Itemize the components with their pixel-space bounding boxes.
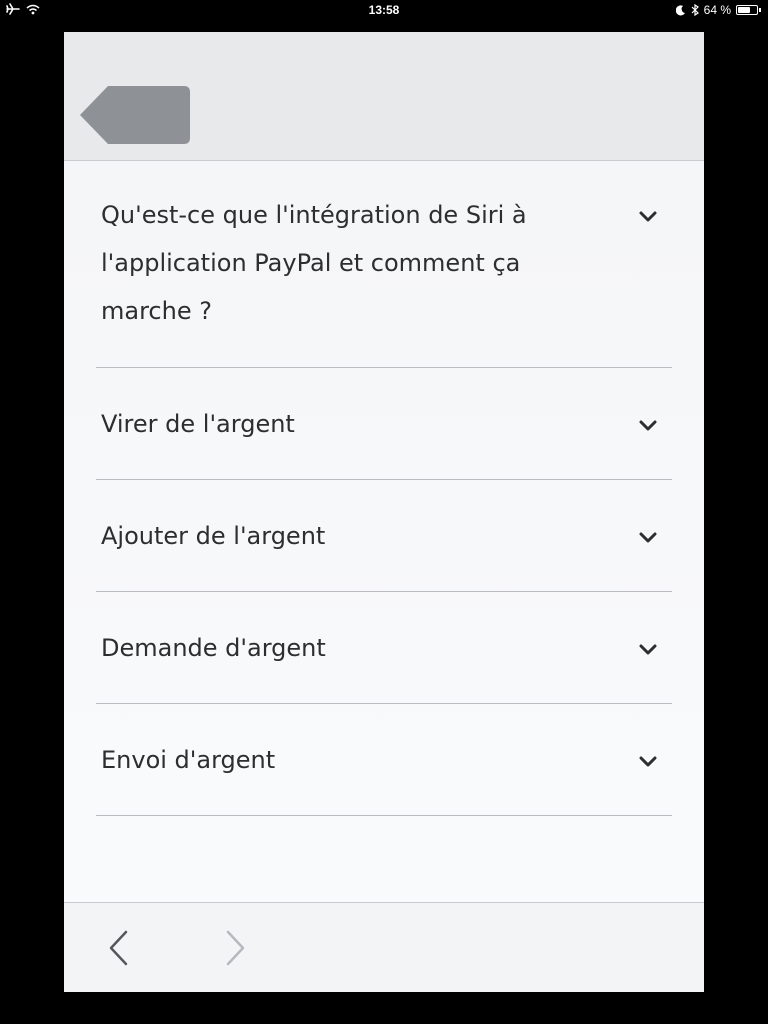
faq-item-label: Ajouter de l'argent xyxy=(101,522,326,550)
faq-item-label: Qu'est-ce que l'intégration de Siri à l'… xyxy=(101,201,527,325)
status-time: 13:58 xyxy=(368,3,400,17)
help-sheet: Qu'est-ce que l'intégration de Siri à l'… xyxy=(64,32,704,992)
faq-item-virer[interactable]: Virer de l'argent xyxy=(96,368,672,480)
chevron-right-icon[interactable] xyxy=(224,928,248,968)
chevron-left-icon[interactable] xyxy=(106,928,130,968)
battery-icon xyxy=(736,5,761,15)
battery-tip xyxy=(759,8,761,12)
chevron-down-icon[interactable] xyxy=(638,755,658,769)
chevron-down-icon[interactable] xyxy=(638,210,658,224)
moon-icon xyxy=(675,4,685,15)
faq-item-label: Demande d'argent xyxy=(101,634,326,662)
back-tag-icon[interactable] xyxy=(80,86,190,144)
status-right: 64 % xyxy=(675,3,761,17)
faq-item-label: Virer de l'argent xyxy=(101,410,295,438)
faq-item-ajouter[interactable]: Ajouter de l'argent xyxy=(96,480,672,592)
bluetooth-icon xyxy=(691,4,699,16)
faq-item-envoi[interactable]: Envoi d'argent xyxy=(96,704,672,816)
battery-fill xyxy=(738,7,750,13)
battery-percent: 64 % xyxy=(703,3,731,17)
faq-list: Qu'est-ce que l'intégration de Siri à l'… xyxy=(96,161,672,816)
sheet-footer xyxy=(64,902,704,992)
faq-item-siri[interactable]: Qu'est-ce que l'intégration de Siri à l'… xyxy=(96,161,672,368)
faq-item-demande[interactable]: Demande d'argent xyxy=(96,592,672,704)
chevron-down-icon[interactable] xyxy=(638,531,658,545)
status-bar: 13:58 64 % xyxy=(0,0,768,22)
chevron-down-icon[interactable] xyxy=(638,643,658,657)
faq-item-label: Envoi d'argent xyxy=(101,746,276,774)
sheet-header xyxy=(64,32,704,161)
chevron-down-icon[interactable] xyxy=(638,419,658,433)
